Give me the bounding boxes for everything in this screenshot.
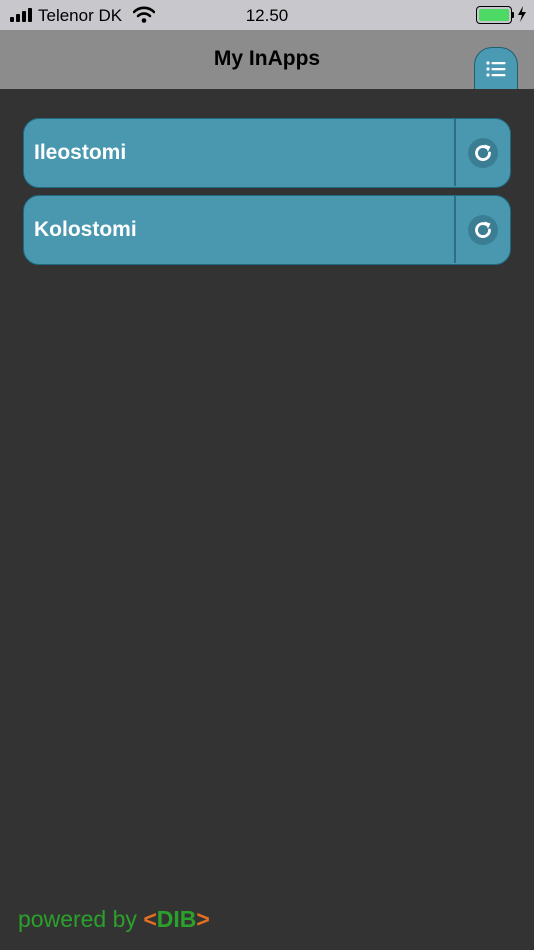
app-item-kolostomi[interactable]: Kolostomi (23, 195, 511, 265)
battery-icon (476, 6, 512, 24)
refresh-button[interactable] (468, 215, 498, 245)
status-time: 12.50 (245, 6, 289, 25)
divider (454, 196, 456, 263)
brand-bracket-open: < (143, 906, 157, 932)
app-header: My InApps (0, 30, 534, 89)
page-title: My InApps (213, 47, 321, 70)
app-item-label: Kolostomi (34, 218, 137, 241)
refresh-button[interactable] (468, 138, 498, 168)
refresh-icon (475, 221, 491, 238)
charging-bolt-icon (517, 6, 527, 27)
app-item-label: Ileostomi (34, 141, 127, 164)
powered-by-text: powered by (18, 906, 137, 932)
divider (454, 119, 456, 186)
status-bar: Telenor DK 12.50 (0, 0, 534, 30)
brand-bracket-close: > (196, 906, 210, 932)
powered-by-footer[interactable]: powered by <DIB> (18, 906, 210, 933)
app-screen: Telenor DK 12.50 My InApps Ileostomi Kol… (0, 0, 534, 950)
battery-tip (512, 12, 514, 18)
app-item-ileostomi[interactable]: Ileostomi (23, 118, 511, 188)
brand-name: DIB (156, 906, 197, 932)
refresh-icon (475, 144, 491, 161)
list-icon (486, 60, 506, 77)
menu-button[interactable] (474, 47, 518, 89)
